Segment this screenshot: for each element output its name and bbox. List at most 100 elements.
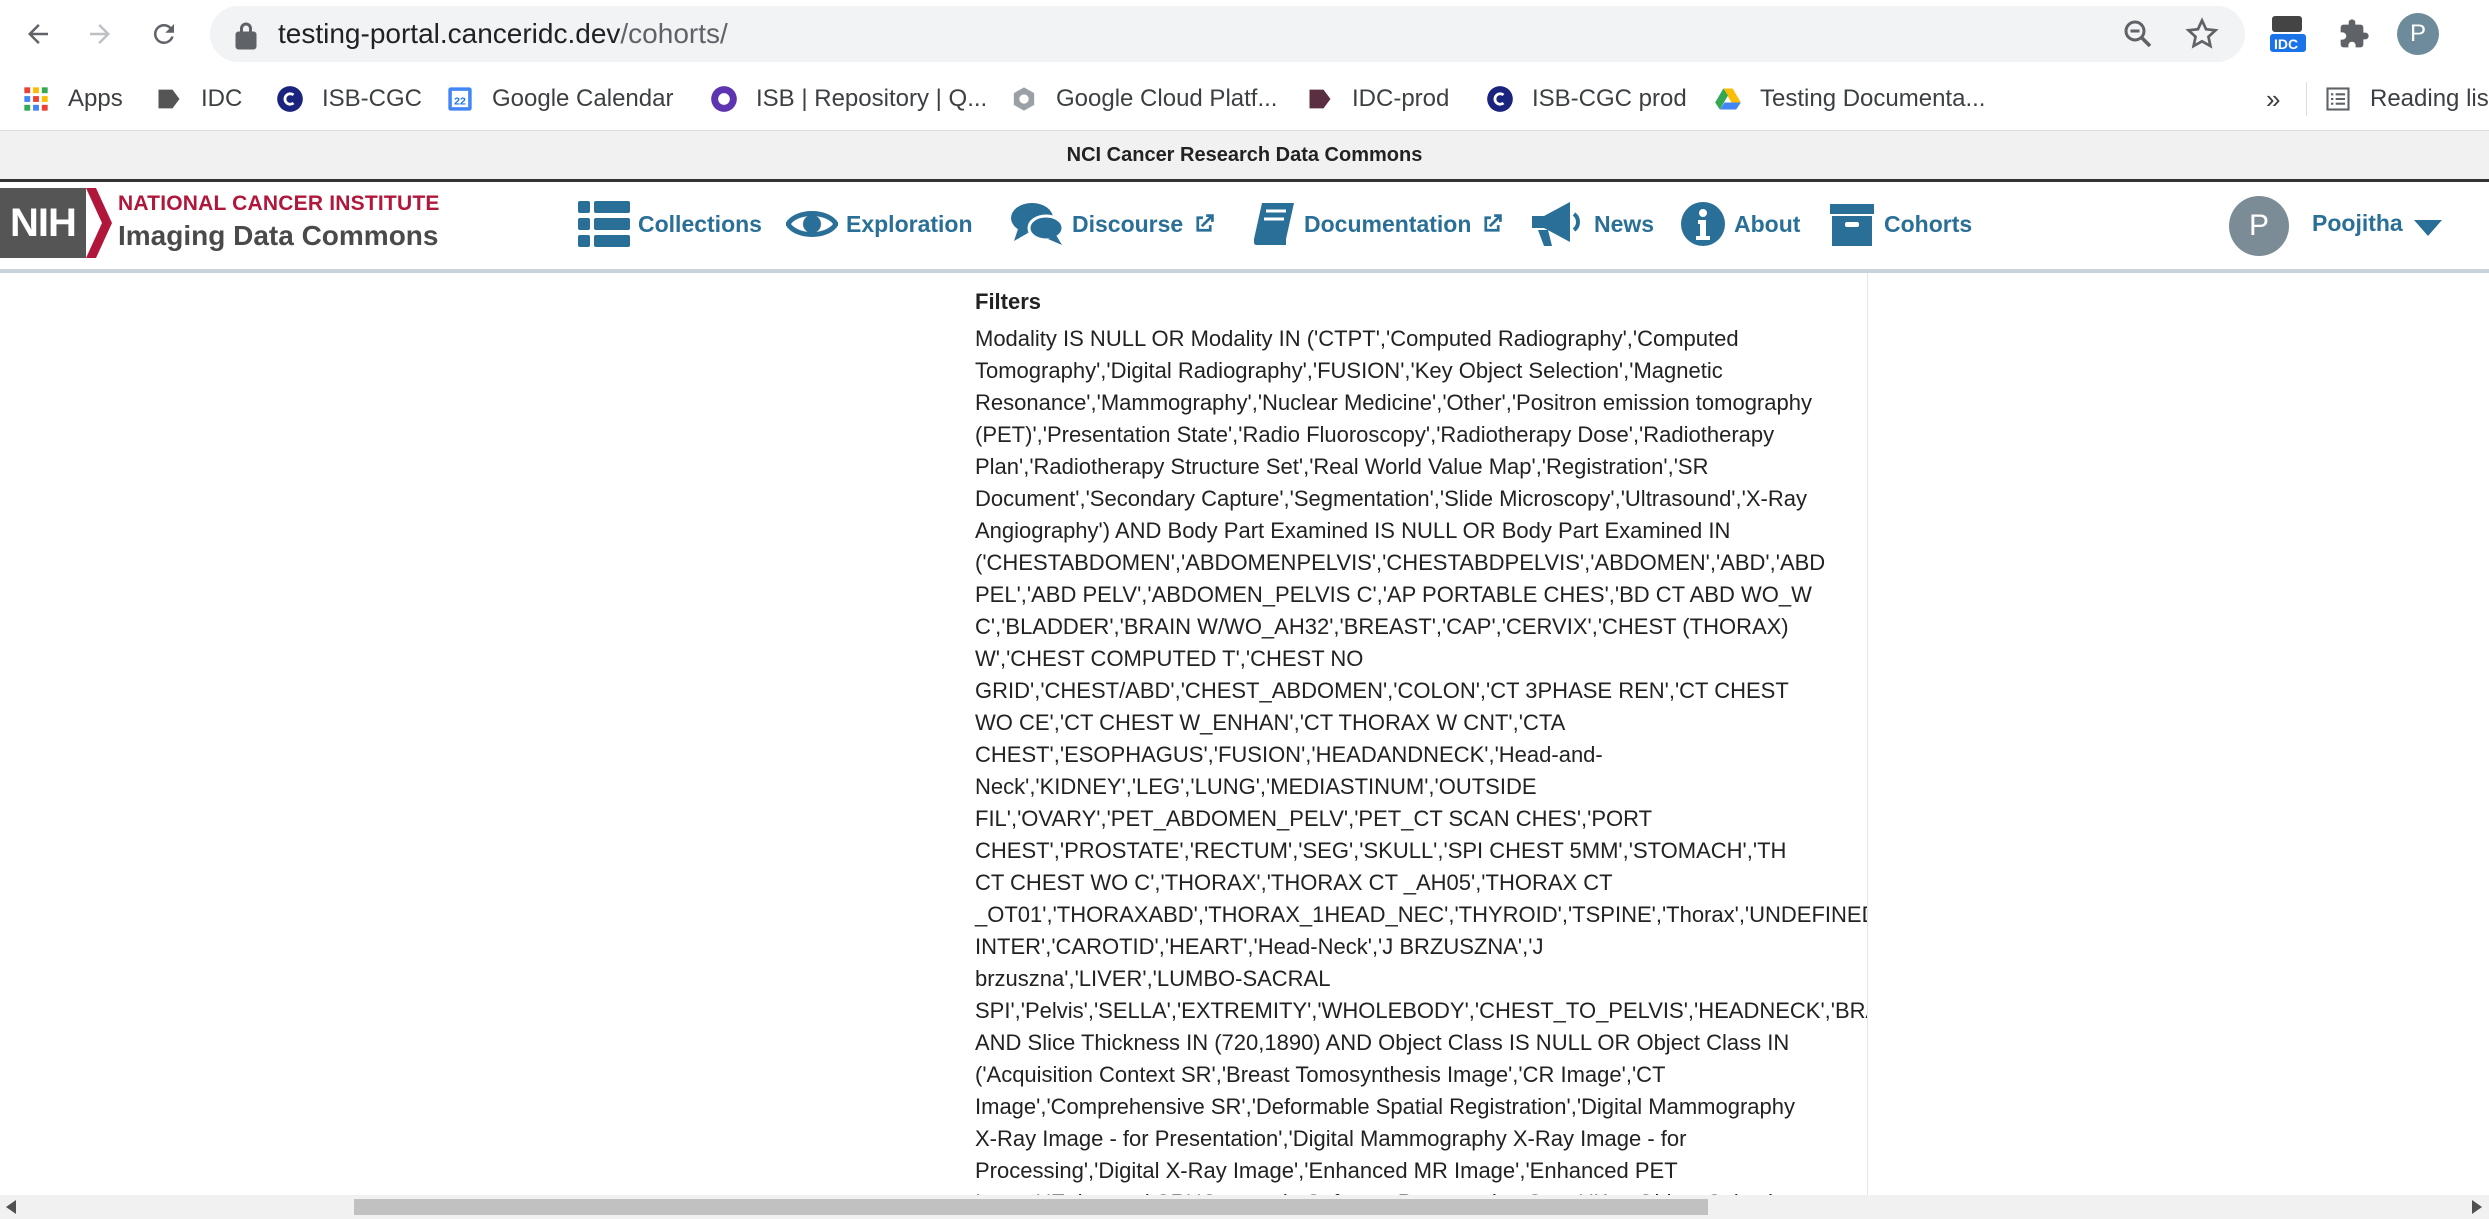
- idc-bookmark-icon: [158, 89, 180, 109]
- archive-box-icon: [1830, 204, 1874, 246]
- reload-icon: [153, 23, 174, 44]
- book-icon: [1253, 203, 1294, 245]
- reload-button[interactable]: [140, 10, 188, 58]
- horizontal-scrollbar[interactable]: [0, 1195, 2489, 1219]
- nav-documentation[interactable]: Documentation: [1252, 194, 1513, 254]
- info-icon: [1681, 202, 1725, 246]
- filters-query-line: W','CHEST COMPUTED T','CHEST NO: [975, 646, 1364, 671]
- bookmark-apps[interactable]: Apps: [22, 68, 123, 130]
- scroll-left-arrow-icon[interactable]: [4, 1199, 18, 1215]
- bookmark-label: IDC: [201, 85, 243, 112]
- filters-query-line: Image','Enhanced SR','Grayscale Softcopy…: [975, 1187, 1865, 1195]
- filters-query-line: Modality IS NULL OR Modality IN ('CTPT',…: [975, 326, 1739, 351]
- nav-exploration-label: Exploration: [846, 210, 973, 237]
- filters-query-line: C','BLADDER','BRAIN W/WO_AH32','BREAST',…: [975, 614, 1789, 639]
- nav-discourse[interactable]: Discourse: [1010, 194, 1225, 254]
- star-icon[interactable]: [2184, 16, 2220, 52]
- reading-list-button[interactable]: Reading lis: [2324, 68, 2489, 130]
- isb-cgc-prod-icon: [1487, 86, 1513, 112]
- bookmark-isb-cgc[interactable]: ISB-CGC: [276, 68, 422, 130]
- nav-news[interactable]: News: [1530, 194, 1654, 254]
- filters-query-line: Angiography') AND Body Part Examined IS …: [975, 518, 1731, 543]
- svg-text:22: 22: [454, 95, 466, 107]
- filters-query-line: CHEST','PROSTATE','RECTUM','SEG','SKULL'…: [975, 838, 1787, 863]
- bookmark-label: ISB-CGC prod: [1532, 85, 1687, 112]
- scrollbar-thumb[interactable]: [354, 1199, 1708, 1215]
- bookmark-label: ISB | Repository | Q...: [756, 85, 988, 112]
- isb-cgc-icon: [277, 86, 303, 112]
- arrow-right-icon: [90, 24, 110, 44]
- nav-collections-label: Collections: [638, 210, 762, 237]
- filters-query-line: Processing','Digital X-Ray Image','Enhan…: [975, 1158, 1678, 1183]
- lock-icon[interactable]: [228, 18, 264, 54]
- user-menu-name[interactable]: Poojitha: [2312, 210, 2403, 237]
- filters-query-line: X-Ray Image - for Presentation','Digital…: [975, 1126, 1687, 1151]
- reading-list-icon: [2326, 87, 2350, 111]
- bookmarks-bar: Apps IDC ISB-CGC 22 Google Calendar ISB …: [0, 68, 2489, 131]
- filters-query-line: _OT01','THORAXABD','THORAX_1HEAD_NEC','T…: [975, 902, 1867, 927]
- nih-logo-box: NIH: [0, 188, 86, 258]
- filters-query-line: FIL','OVARY','PET_ABDOMEN_PELV','PET_CT …: [975, 806, 1653, 831]
- nav-cohorts[interactable]: Cohorts: [1828, 194, 1972, 254]
- forward-button[interactable]: [76, 10, 124, 58]
- bookmarks-divider: [2306, 82, 2307, 116]
- nih-chevron-icon: [86, 188, 112, 258]
- bookmark-idc[interactable]: IDC: [155, 68, 242, 130]
- comments-icon: [1011, 203, 1064, 245]
- bookmark-isb-repository[interactable]: ISB | Repository | Q...: [710, 68, 987, 130]
- filters-query-line: CT CHEST WO C','THORAX','THORAX CT _AH05…: [975, 870, 1613, 895]
- filters-query-line: ('CHESTABDOMEN','ABDOMENPELVIS','CHESTAB…: [975, 550, 1826, 575]
- bookmark-label: Apps: [68, 85, 123, 112]
- isb-repository-icon: [711, 86, 737, 112]
- filters-query-line: CHEST','ESOPHAGUS','FUSION','HEADANDNECK…: [975, 742, 1603, 767]
- external-link-icon: [1484, 214, 1503, 232]
- site-header: NIH NATIONAL CANCER INSTITUTE Imaging Da…: [0, 179, 2489, 273]
- filters-query-line: GRID','CHEST/ABD','CHEST_ABDOMEN','COLON…: [975, 678, 1789, 703]
- eye-icon: [786, 211, 838, 237]
- filters-query-line: AND Slice Thickness IN (720,1890) AND Ob…: [975, 1030, 1790, 1055]
- user-avatar[interactable]: P: [2229, 196, 2289, 256]
- filters-query-line: Document','Secondary Capture','Segmentat…: [975, 486, 1807, 511]
- extensions-button[interactable]: [2330, 10, 2378, 58]
- filters-query-line: PEL','ABD PELV','ABDOMEN_PELVIS C','AP P…: [975, 582, 1812, 607]
- reading-list-label: Reading lis: [2370, 85, 2489, 112]
- megaphone-icon: [1532, 202, 1580, 246]
- nav-about-label: About: [1734, 210, 1801, 237]
- browser-toolbar: testing-portal.canceridc.dev/cohorts/ ID…: [0, 0, 2489, 68]
- bookmark-idc-prod[interactable]: IDC-prod: [1306, 68, 1449, 130]
- nav-about[interactable]: About: [1680, 194, 1800, 254]
- caret-down-icon[interactable]: [2412, 218, 2444, 238]
- calendar-icon: 22: [448, 87, 472, 111]
- external-link-icon: [1196, 214, 1214, 232]
- profile-button[interactable]: P: [2394, 10, 2442, 58]
- nav-news-label: News: [1594, 210, 1655, 237]
- scroll-right-arrow-icon[interactable]: [2470, 1199, 2484, 1215]
- bookmark-label: Google Calendar: [492, 85, 674, 112]
- bookmarks-overflow-button[interactable]: »: [2266, 68, 2280, 130]
- url-host: testing-portal.canceridc.dev: [278, 18, 621, 49]
- bookmark-label: ISB-CGC: [322, 85, 423, 112]
- nav-exploration[interactable]: Exploration: [786, 194, 973, 254]
- filters-query-line: Plan','Radiotherapy Structure Set','Real…: [975, 454, 1709, 479]
- bookmark-isb-cgc-prod[interactable]: ISB-CGC prod: [1486, 68, 1687, 130]
- cohort-details-panel: Filters Modality IS NULL OR Modality IN …: [971, 273, 1868, 1195]
- filters-query-line: Neck','KIDNEY','LEG','LUNG','MEDIASTINUM…: [975, 774, 1537, 799]
- url-text[interactable]: testing-portal.canceridc.dev/cohorts/: [278, 6, 728, 62]
- bookmark-google-calendar[interactable]: 22 Google Calendar: [446, 68, 673, 130]
- arrow-left-icon: [28, 24, 48, 44]
- zoom-icon[interactable]: [2120, 16, 2156, 52]
- bookmark-google-cloud[interactable]: Google Cloud Platf...: [1010, 68, 1277, 130]
- filters-heading: Filters: [975, 289, 1042, 314]
- filters-query-line: INTER','CAROTID','HEART','Head-Neck','J …: [975, 934, 1544, 959]
- nci-logo-title: NATIONAL CANCER INSTITUTE: [118, 192, 440, 215]
- address-bar[interactable]: testing-portal.canceridc.dev/cohorts/: [210, 6, 2245, 62]
- list-icon: [578, 201, 630, 247]
- idc-extension-label: IDC: [2274, 36, 2299, 52]
- filters-query-line: ('Acquisition Context SR','Breast Tomosy…: [975, 1062, 1666, 1087]
- filters-query-text: Modality IS NULL OR Modality IN ('CTPT',…: [975, 323, 1867, 1195]
- back-button[interactable]: [14, 10, 62, 58]
- filters-query-line: SPI','Pelvis','SELLA','EXTREMITY','WHOLE…: [975, 998, 1867, 1023]
- idc-extension-button[interactable]: IDC: [2264, 10, 2312, 58]
- bookmark-testing-documentation[interactable]: Testing Documenta...: [1714, 68, 1985, 130]
- nav-collections[interactable]: Collections: [578, 194, 762, 254]
